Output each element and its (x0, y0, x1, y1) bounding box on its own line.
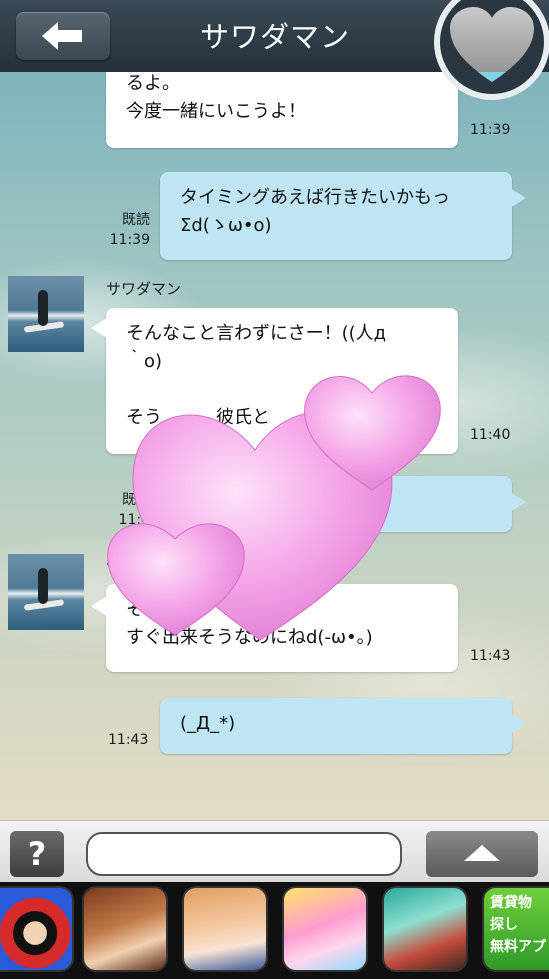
send-button[interactable] (426, 831, 538, 877)
ad-app-icon[interactable]: 賃貸物 探し 無料アプ (482, 886, 549, 972)
ad-app-icon[interactable] (182, 886, 268, 972)
bubble-tail (510, 714, 526, 734)
heart-icon (107, 523, 245, 636)
message-time: 11:43 (470, 648, 511, 664)
outgoing-message-bubble[interactable]: (_Д_*) (160, 698, 512, 754)
help-label: ? (27, 835, 47, 873)
read-status: 既読 11:39 (104, 210, 150, 250)
ad-label: 賃貸物 探し 無料アプ (490, 895, 546, 955)
surfer (38, 568, 48, 604)
surfer (38, 290, 48, 326)
bubble-tail (510, 188, 526, 208)
bubble-tail (510, 492, 526, 512)
heart-icon (450, 6, 534, 82)
ad-banner-strip: 賃貸物 探し 無料アプ (0, 882, 549, 979)
help-button[interactable]: ? (10, 831, 64, 877)
back-button[interactable] (16, 12, 110, 60)
message-input[interactable] (86, 832, 402, 876)
input-bar: ? (0, 820, 549, 883)
avatar[interactable] (8, 554, 84, 630)
ad-app-icon[interactable] (382, 886, 468, 972)
page-title: サワダマン (199, 20, 350, 54)
ad-app-icon[interactable] (82, 886, 168, 972)
heart-meter-fill (450, 72, 534, 82)
triangle-up-icon (464, 845, 500, 861)
outgoing-message-bubble[interactable]: タイミングあえば行きたいかもっ Σd(ゝω•o) (160, 172, 512, 260)
message-time: 11:39 (470, 122, 511, 138)
ad-app-icon[interactable] (282, 886, 368, 972)
message-time: 11:40 (470, 427, 511, 443)
arrow-left-icon (42, 22, 82, 50)
avatar[interactable] (8, 276, 84, 352)
message-time: 11:39 (109, 232, 150, 248)
incoming-message-bubble[interactable]: るよ。 今度一緒にいこうよ！ (106, 72, 458, 148)
hearts-animation (107, 375, 441, 641)
read-label: 既読 (122, 212, 150, 228)
ad-app-icon[interactable] (0, 886, 74, 972)
message-time: 11:43 (108, 732, 149, 748)
sender-name: サワダマン (106, 280, 182, 298)
bubble-tail (91, 318, 107, 338)
